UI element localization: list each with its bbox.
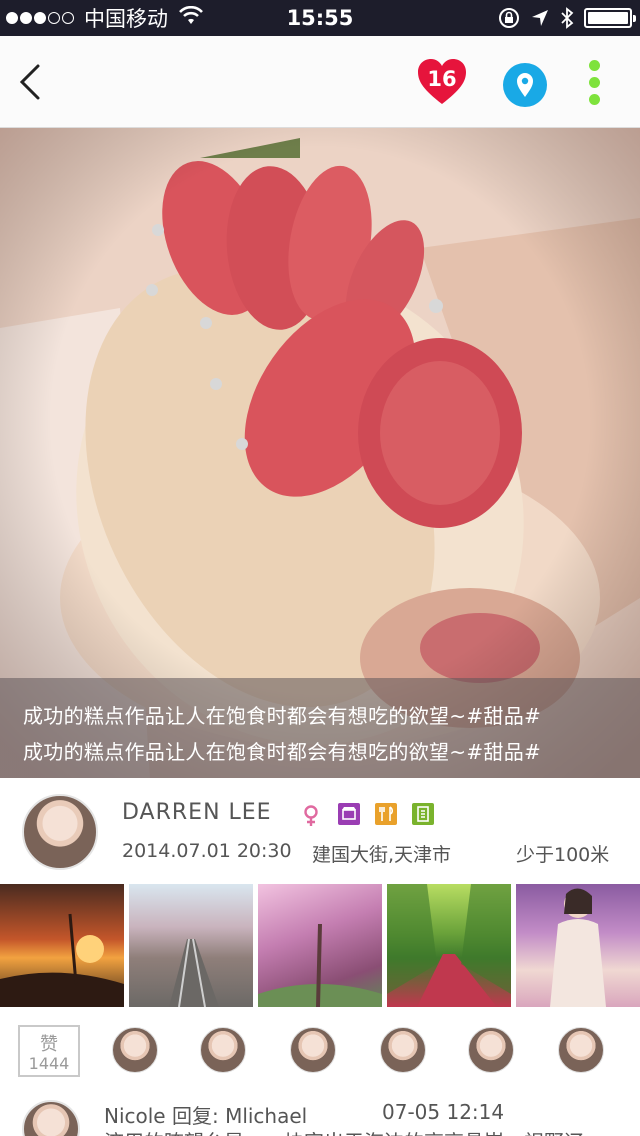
- female-icon: [304, 805, 318, 826]
- restaurant-tag-icon: [375, 803, 397, 825]
- liker-avatar[interactable]: [468, 1027, 514, 1073]
- liker-avatar[interactable]: [112, 1027, 158, 1073]
- shop-tag-icon: [338, 803, 360, 825]
- chevron-left-icon: [19, 64, 40, 100]
- map-pin-icon: [503, 63, 547, 107]
- author-avatar[interactable]: [22, 794, 98, 870]
- liker-avatar[interactable]: [200, 1027, 246, 1073]
- caption-line: 成功的糕点作品让人在饱食时都会有想吃的欲望~#甜品#: [23, 740, 542, 764]
- photo-thumbnail[interactable]: [258, 884, 382, 1008]
- photo-thumbnail[interactable]: [387, 884, 511, 1007]
- author-name[interactable]: DARREN LEE: [122, 800, 272, 825]
- back-button[interactable]: [12, 60, 52, 104]
- battery-icon: [584, 8, 636, 28]
- post-date: 2014.07.01 20:30: [122, 840, 292, 862]
- favorite-count: 16: [427, 67, 457, 91]
- more-dot-icon: [588, 60, 600, 71]
- like-count: 1444: [28, 1054, 70, 1073]
- like-button[interactable]: 赞 1444: [18, 1025, 80, 1077]
- photo-thumbnail[interactable]: [516, 884, 640, 1007]
- like-label: 赞: [40, 1034, 58, 1055]
- status-bar: 中国移动 15:55: [0, 0, 640, 36]
- more-dot-icon: [588, 77, 600, 88]
- author-info: DARREN LEE 2014.07.01 20:30 建国大街,天津市 少于1…: [0, 778, 640, 882]
- liker-avatar[interactable]: [290, 1027, 336, 1073]
- bluetooth-icon: [560, 7, 574, 29]
- caption-line: 成功的糕点作品让人在饱食时都会有想吃的欲望~#甜品#: [23, 704, 542, 728]
- post-distance: 少于100米: [516, 844, 610, 866]
- commenter-avatar[interactable]: [22, 1100, 80, 1136]
- nav-bar: 16: [0, 36, 640, 128]
- photo-thumbnail[interactable]: [0, 884, 124, 1007]
- more-dot-icon: [588, 94, 600, 105]
- comment-item: Nicole 回复: Mlichael 07-05 12:14 济用的瞭望台是，…: [0, 1092, 640, 1136]
- favorite-count-button[interactable]: 16: [416, 58, 468, 106]
- comment-text: 济用的瞭望台是，一块突出于海边的高高悬崖，视野辽: [104, 1126, 584, 1136]
- orientation-lock-icon: [498, 7, 520, 29]
- more-options-button[interactable]: [580, 60, 608, 108]
- post-location[interactable]: 建国大街,天津市: [312, 840, 451, 867]
- location-arrow-icon: [530, 8, 550, 28]
- comment-header[interactable]: Nicole 回复: Mlichael: [104, 1100, 307, 1129]
- liker-avatar[interactable]: [558, 1027, 604, 1073]
- photo-strip: [0, 884, 640, 1008]
- location-button[interactable]: [502, 62, 548, 108]
- comment-time: 07-05 12:14: [382, 1100, 505, 1124]
- post-caption: 成功的糕点作品让人在饱食时都会有想吃的欲望~#甜品# 成功的糕点作品让人在饱食时…: [0, 678, 640, 778]
- likes-row: 赞 1444: [0, 1007, 640, 1092]
- building-tag-icon: [412, 803, 434, 825]
- liker-avatar[interactable]: [380, 1027, 426, 1073]
- photo-thumbnail[interactable]: [129, 884, 253, 1008]
